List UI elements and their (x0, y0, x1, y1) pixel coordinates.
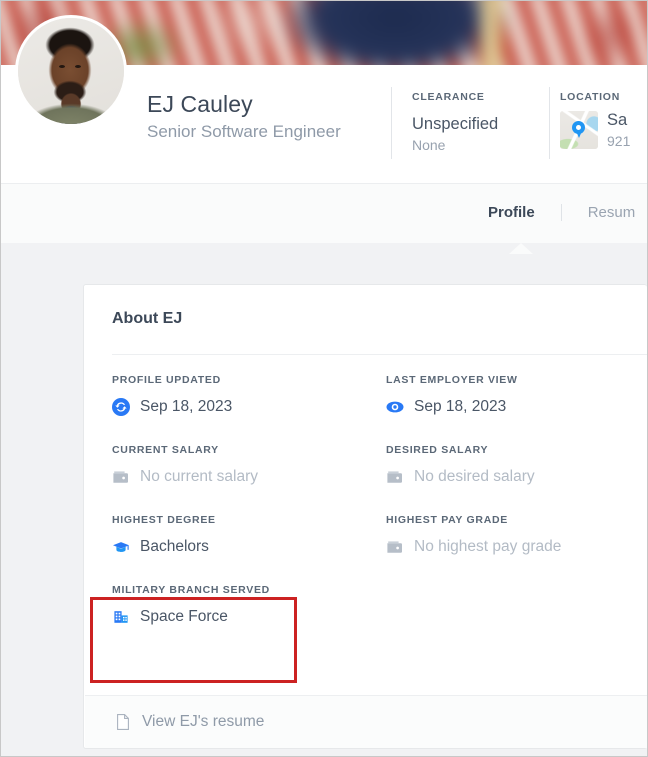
field-label: PROFILE UPDATED (112, 374, 221, 386)
field-label: CURRENT SALARY (112, 444, 219, 456)
building-icon (112, 608, 130, 626)
page-title: EJ Cauley (147, 91, 253, 117)
map-pin-icon[interactable] (560, 111, 598, 149)
facet-clearance-label: CLEARANCE (412, 91, 485, 103)
tab-list: Profile Resum (488, 204, 635, 221)
wallet-icon (112, 468, 130, 486)
field-highest-pay-grade: HIGHEST PAY GRADE No highest pay grade (386, 514, 647, 558)
field-desired-salary: DESIRED SALARY No desired salary (386, 444, 647, 488)
wallet-icon (386, 468, 404, 486)
field-highest-degree: HIGHEST DEGREE Bachelors (112, 514, 374, 558)
field-value: No desired salary (414, 468, 535, 485)
field-row: HIGHEST DEGREE Bachelors HIGHEST PAY GRA… (112, 514, 647, 584)
field-label: LAST EMPLOYER VIEW (386, 374, 518, 386)
about-card-footer: View EJ's resume (85, 695, 647, 748)
about-field-grid: PROFILE UPDATED Sep 18, 2023 LAST EMPLOY… (112, 374, 647, 654)
field-profile-updated: PROFILE UPDATED Sep 18, 2023 (112, 374, 374, 418)
document-icon (114, 713, 132, 731)
avatar[interactable] (15, 15, 127, 127)
facet-location-zip: 921 (607, 133, 631, 149)
field-value: Space Force (140, 608, 228, 625)
view-resume-link[interactable]: View EJ's resume (114, 713, 264, 731)
field-value: No highest pay grade (414, 538, 562, 555)
screenshot-viewport: EJ Cauley Senior Software Engineer CLEAR… (0, 0, 648, 757)
graduation-cap-icon (112, 538, 130, 556)
tab-resume[interactable]: Resum (588, 204, 636, 221)
avatar-eye-left (59, 65, 65, 68)
field-current-salary: CURRENT SALARY No current salary (112, 444, 374, 488)
field-label: DESIRED SALARY (386, 444, 489, 456)
map-marker (572, 121, 585, 138)
field-military-branch-served: MILITARY BRANCH SERVED Space Force (112, 584, 374, 628)
facet-clearance-value: Unspecified (412, 115, 499, 133)
field-label: HIGHEST DEGREE (112, 514, 216, 526)
profile-job-title: Senior Software Engineer (147, 122, 341, 141)
view-resume-label: View EJ's resume (142, 713, 265, 730)
facet-location-city: Sa (607, 111, 628, 129)
active-tab-pointer (509, 243, 533, 254)
profile-identity-strip: EJ Cauley Senior Software Engineer CLEAR… (1, 15, 647, 183)
tab-profile[interactable]: Profile (488, 204, 535, 221)
field-value: Sep 18, 2023 (414, 398, 507, 415)
field-value: No current salary (140, 468, 259, 485)
facet-location-text: Sa 921 (607, 111, 630, 149)
eye-icon (386, 398, 404, 416)
profile-tabbar: Profile Resum (1, 183, 647, 243)
field-row: PROFILE UPDATED Sep 18, 2023 LAST EMPLOY… (112, 374, 647, 444)
field-row: CURRENT SALARY No current salary DESIRED… (112, 444, 647, 514)
wallet-icon (386, 538, 404, 556)
field-label: HIGHEST PAY GRADE (386, 514, 508, 526)
field-value: Bachelors (140, 538, 209, 555)
facet-location: LOCATION Sa 921 (560, 91, 630, 149)
divider-location-left (549, 87, 550, 159)
field-label: MILITARY BRANCH SERVED (112, 584, 270, 596)
tab-separator (560, 204, 562, 221)
field-last-employer-view: LAST EMPLOYER VIEW Sep 18, 2023 (386, 374, 647, 418)
avatar-eye-right (75, 65, 81, 68)
facet-location-label: LOCATION (560, 91, 621, 103)
about-card-title: About EJ (112, 310, 183, 327)
avatar-photo (18, 18, 124, 124)
field-row: MILITARY BRANCH SERVED Space Force (112, 584, 647, 654)
field-value: Sep 18, 2023 (140, 398, 233, 415)
facet-clearance-subvalue: None (412, 137, 446, 153)
refresh-circle-icon (112, 398, 130, 416)
about-card: About EJ PROFILE UPDATED Sep 18, 2023 LA… (83, 284, 647, 749)
divider-clearance-left (391, 87, 392, 159)
facet-clearance: CLEARANCE Unspecified None (412, 91, 498, 153)
about-card-divider (112, 354, 647, 355)
